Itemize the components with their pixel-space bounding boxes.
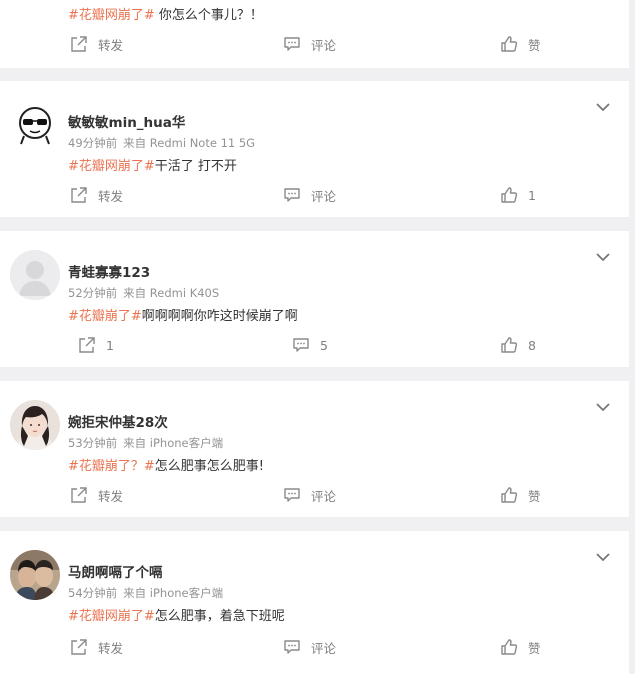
thumbs-up-icon [500, 638, 518, 656]
avatar[interactable] [10, 400, 60, 450]
like-button[interactable]: 1 [500, 185, 536, 205]
like-button[interactable]: 8 [500, 335, 536, 355]
avatar[interactable] [10, 550, 60, 600]
avatar[interactable] [10, 100, 60, 150]
comment-button[interactable]: 评论 [283, 485, 336, 505]
username[interactable]: 婉拒宋仲基28次 [68, 411, 168, 431]
comment-button[interactable]: 5 [292, 335, 328, 355]
action-bar: 转发 评论 赞 [0, 473, 629, 517]
action-bar: 转发 评论 1 [0, 173, 629, 217]
comment-button[interactable]: 评论 [283, 34, 336, 54]
post-source: 来自 iPhone客户端 [123, 436, 224, 450]
comment-icon [292, 336, 310, 354]
like-count: 1 [528, 187, 536, 203]
post-source: 来自 Redmi K40S [123, 286, 220, 300]
post-time: 52分钟前 [68, 286, 118, 300]
comment-label: 评论 [311, 188, 337, 204]
action-bar: 转发 评论 赞 [0, 625, 629, 669]
hashtag-link[interactable]: #花瓣网崩了# [68, 8, 155, 23]
chevron-down-icon[interactable] [595, 549, 611, 563]
share-icon [70, 486, 88, 504]
share-button[interactable]: 1 [78, 335, 114, 355]
share-icon [70, 186, 88, 204]
share-label: 转发 [98, 188, 124, 204]
username[interactable]: 青蛙寡寡123 [68, 261, 150, 281]
username[interactable]: 敏敏敏min_hua华 [68, 111, 185, 131]
hashtag-link[interactable]: #花瓣崩了？# [68, 459, 155, 474]
action-bar: 1 5 8 [0, 323, 629, 367]
post-card: 青蛙寡寡123 52分钟前 来自 Redmi K40S #花瓣崩了#啊啊啊啊你咋这… [0, 231, 629, 367]
share-count: 1 [106, 337, 114, 353]
comment-icon [283, 638, 301, 656]
chevron-down-icon[interactable] [595, 249, 611, 263]
post-card: 马朗啊嗝了个嗝 54分钟前 来自 iPhone客户端 #花瓣网崩了#怎么肥事，着急… [0, 531, 629, 674]
post-text: #花瓣网崩了#怎么肥事，着急下班呢 [68, 605, 285, 624]
comment-label: 评论 [311, 640, 337, 656]
hashtag-link[interactable]: #花瓣网崩了# [68, 609, 155, 624]
post-card: #花瓣网崩了# 你怎么个事儿？！ 转发 评论 赞 [0, 0, 629, 68]
post-text: #花瓣崩了#啊啊啊啊你咋这时候崩了啊 [68, 305, 298, 324]
comment-button[interactable]: 评论 [283, 185, 336, 205]
chevron-down-icon[interactable] [595, 399, 611, 413]
post-card: 敏敏敏min_hua华 49分钟前 来自 Redmi Note 11 5G #花瓣… [0, 81, 629, 217]
post-meta: 54分钟前 来自 iPhone客户端 [68, 585, 223, 601]
post-text-body: 干活了 打不开 [154, 159, 237, 174]
share-button[interactable]: 转发 [70, 637, 123, 657]
like-label: 赞 [528, 640, 541, 656]
post-text-body: 怎么肥事，着急下班呢 [154, 609, 285, 624]
post-source: 来自 iPhone客户端 [123, 586, 224, 600]
chevron-down-icon[interactable] [595, 99, 611, 113]
post-meta: 49分钟前 来自 Redmi Note 11 5G [68, 135, 255, 151]
share-label: 转发 [98, 37, 124, 53]
post-text: #花瓣网崩了# 你怎么个事儿？！ [68, 4, 263, 23]
thumbs-up-icon [500, 486, 518, 504]
share-button[interactable]: 转发 [70, 185, 123, 205]
comment-icon [283, 186, 301, 204]
post-time: 53分钟前 [68, 436, 118, 450]
username[interactable]: 马朗啊嗝了个嗝 [68, 561, 163, 581]
like-count: 8 [528, 337, 536, 353]
comment-button[interactable]: 评论 [283, 637, 336, 657]
comment-count: 5 [320, 337, 328, 353]
share-icon [70, 638, 88, 656]
comment-label: 评论 [311, 37, 337, 53]
post-text-body: 啊啊啊啊你咋这时候崩了啊 [141, 309, 298, 324]
thumbs-up-icon [500, 336, 518, 354]
like-button[interactable]: 赞 [500, 34, 541, 54]
share-button[interactable]: 转发 [70, 34, 123, 54]
comment-icon [283, 486, 301, 504]
share-icon [78, 336, 96, 354]
comment-label: 评论 [311, 488, 337, 504]
post-meta: 52分钟前 来自 Redmi K40S [68, 285, 219, 301]
post-text: #花瓣崩了？#怎么肥事怎么肥事! [68, 455, 264, 474]
share-button[interactable]: 转发 [70, 485, 123, 505]
post-text-body: 你怎么个事儿？！ [154, 8, 263, 23]
post-text-body: 怎么肥事怎么肥事! [154, 459, 265, 474]
like-label: 赞 [528, 488, 541, 504]
share-label: 转发 [98, 640, 124, 656]
thumbs-up-icon [500, 186, 518, 204]
post-meta: 53分钟前 来自 iPhone客户端 [68, 435, 223, 451]
post-source: 来自 Redmi Note 11 5G [123, 136, 256, 150]
share-icon [70, 35, 88, 53]
thumbs-up-icon [500, 35, 518, 53]
share-label: 转发 [98, 488, 124, 504]
hashtag-link[interactable]: #花瓣崩了# [68, 309, 142, 324]
post-text: #花瓣网崩了#干活了 打不开 [68, 155, 237, 174]
hashtag-link[interactable]: #花瓣网崩了# [68, 159, 155, 174]
like-button[interactable]: 赞 [500, 485, 541, 505]
post-card: 婉拒宋仲基28次 53分钟前 来自 iPhone客户端 #花瓣崩了？#怎么肥事怎么… [0, 381, 629, 517]
post-time: 54分钟前 [68, 586, 118, 600]
action-bar: 转发 评论 赞 [0, 22, 629, 68]
post-time: 49分钟前 [68, 136, 118, 150]
comment-icon [283, 35, 301, 53]
avatar[interactable] [10, 250, 60, 300]
like-label: 赞 [528, 37, 541, 53]
like-button[interactable]: 赞 [500, 637, 541, 657]
